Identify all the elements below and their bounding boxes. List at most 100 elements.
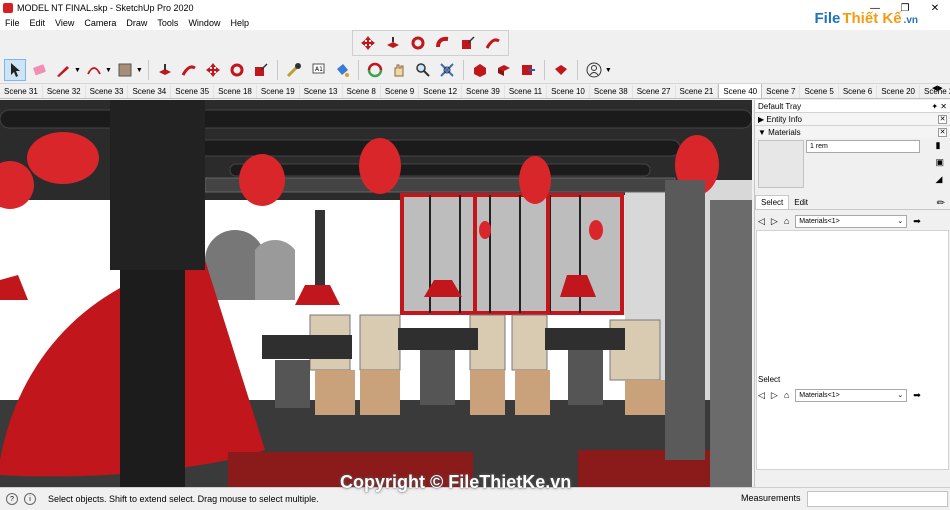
tab-scene-40[interactable]: Scene 40 (718, 84, 763, 98)
follow-me-icon[interactable] (432, 32, 454, 54)
scene-scroll-arrows[interactable]: ◀ ▶ (932, 84, 950, 98)
default-tray: Default Tray ✦ ✕ ▶ Entity Info ✕ ▼ Mater… (754, 100, 950, 487)
paint-bucket-icon[interactable] (331, 59, 353, 81)
display-secondary-icon[interactable]: ▮ (935, 140, 944, 151)
tab-scene-38[interactable]: Scene 38 (590, 85, 633, 98)
orbit-icon[interactable] (364, 59, 386, 81)
menu-tools[interactable]: Tools (152, 18, 183, 28)
entity-info-panel-header[interactable]: ▶ Entity Info ✕ (755, 112, 950, 125)
create-material-icon[interactable]: ▣ (935, 157, 944, 168)
tab-scene-27[interactable]: Scene 27 (633, 85, 676, 98)
tab-scene-32[interactable]: Scene 32 (43, 85, 86, 98)
tab-scene-35[interactable]: Scene 35 (171, 85, 215, 98)
pencil-icon[interactable] (52, 59, 74, 81)
offset-icon[interactable] (178, 59, 200, 81)
share-model-icon[interactable] (517, 59, 539, 81)
material-preview-swatch (758, 140, 804, 188)
back-arrow-icon[interactable]: ◁ (758, 390, 765, 401)
menu-window[interactable]: Window (183, 18, 225, 28)
tab-scene-18[interactable]: Scene 18 (214, 85, 257, 98)
main-toolbar: ▼ ▼ ▼ A1 ▼ (0, 57, 950, 84)
logo-file-text: File (814, 10, 841, 27)
push-pull-icon[interactable] (154, 59, 176, 81)
collection-select[interactable]: Materials<1> ⌄ (795, 214, 908, 228)
rotate-icon[interactable] (226, 59, 248, 81)
user-account-icon[interactable] (583, 59, 605, 81)
materials-label: Materials (768, 127, 801, 137)
menu-edit[interactable]: Edit (25, 18, 51, 28)
tab-scene-34[interactable]: Scene 34 (128, 85, 172, 98)
back-arrow-icon[interactable]: ◁ (758, 216, 765, 227)
chevron-down-icon[interactable]: ▼ (74, 67, 81, 74)
move-icon[interactable] (202, 59, 224, 81)
menu-file[interactable]: File (0, 18, 25, 28)
home-icon[interactable]: ⌂ (784, 390, 789, 400)
scale-red-icon[interactable] (457, 32, 479, 54)
rectangle-icon[interactable] (114, 59, 136, 81)
tab-scene-5[interactable]: Scene 5 (800, 85, 839, 98)
tab-edit[interactable]: Edit (789, 197, 813, 209)
menu-help[interactable]: Help (225, 18, 254, 28)
tab-scene-8[interactable]: Scene 8 (343, 85, 381, 98)
tab-scene-11[interactable]: Scene 11 (505, 85, 548, 98)
arc-icon[interactable] (83, 59, 105, 81)
secondary-collection-select[interactable]: Materials<1> ⌄ (795, 388, 908, 402)
scale-icon[interactable] (250, 59, 272, 81)
tab-scene-13[interactable]: Scene 13 (300, 85, 343, 98)
materials-list[interactable] (756, 230, 949, 470)
zoom-icon[interactable] (412, 59, 434, 81)
tab-scene-19[interactable]: Scene 19 (257, 85, 300, 98)
tab-scene-10[interactable]: Scene 10 (547, 85, 590, 98)
chevron-down-icon[interactable]: ▼ (105, 67, 112, 74)
materials-nav-row: ◁ ▷ ⌂ Materials<1> ⌄ ➡ (758, 213, 921, 229)
tab-scene-7[interactable]: Scene 7 (762, 85, 801, 98)
details-arrow-icon[interactable]: ➡ (913, 390, 921, 401)
tab-scene-39[interactable]: Scene 39 (462, 85, 505, 98)
tab-scene-12[interactable]: Scene 12 (419, 85, 463, 98)
material-name-field[interactable]: 1 rem (806, 140, 920, 153)
warehouse-icon[interactable] (469, 59, 491, 81)
title-bar: MODEL NT FINAL.skp - SketchUp Pro 2020 —… (0, 0, 950, 16)
home-icon[interactable]: ⌂ (784, 216, 789, 226)
forward-arrow-icon[interactable]: ▷ (771, 390, 778, 401)
tab-select[interactable]: Select (755, 195, 790, 209)
extension-warehouse-icon[interactable] (550, 59, 572, 81)
tab-scene-21[interactable]: Scene 21 (676, 85, 719, 98)
default-material-icon[interactable]: ◢ (935, 174, 944, 185)
tab-scene-6[interactable]: Scene 6 (839, 85, 878, 98)
tab-scene-20[interactable]: Scene 20 (877, 85, 921, 98)
pan-hand-icon[interactable] (388, 59, 410, 81)
geolocation-icon[interactable]: ? (6, 493, 18, 505)
sample-paint-icon[interactable]: ✏ (937, 198, 945, 209)
pin-icon[interactable]: ✦ ✕ (931, 102, 947, 111)
pushpull-red-icon[interactable] (382, 32, 404, 54)
materials-panel-header[interactable]: ▼ Materials ✕ (755, 125, 950, 138)
select-arrow-icon[interactable] (4, 59, 26, 81)
tab-scene-9[interactable]: Scene 9 (381, 85, 420, 98)
zoom-extents-icon[interactable] (436, 59, 458, 81)
tab-scene-31[interactable]: Scene 31 (0, 85, 43, 98)
menu-camera[interactable]: Camera (79, 18, 121, 28)
close-icon[interactable]: ✕ (920, 0, 950, 16)
offset-red-icon[interactable] (482, 32, 504, 54)
entity-info-label: Entity Info (766, 114, 802, 124)
text-tool-icon[interactable]: A1 (307, 59, 329, 81)
info-icon[interactable]: i (24, 493, 36, 505)
forward-arrow-icon[interactable]: ▷ (771, 216, 778, 227)
menu-draw[interactable]: Draw (121, 18, 152, 28)
tape-measure-icon[interactable] (283, 59, 305, 81)
details-arrow-icon[interactable]: ➡ (913, 216, 921, 227)
menu-view[interactable]: View (50, 18, 79, 28)
measurements-input[interactable] (807, 491, 948, 507)
close-icon[interactable]: ✕ (938, 114, 947, 124)
eraser-icon[interactable] (28, 59, 50, 81)
components-icon[interactable] (493, 59, 515, 81)
move-red-icon[interactable] (357, 32, 379, 54)
rotate-red-icon[interactable] (407, 32, 429, 54)
sketchup-app-icon (3, 3, 13, 13)
chevron-down-icon[interactable]: ▼ (136, 67, 143, 74)
close-icon[interactable]: ✕ (938, 127, 947, 137)
tab-scene-33[interactable]: Scene 33 (86, 85, 129, 98)
3d-viewport[interactable] (0, 100, 752, 487)
chevron-down-icon[interactable]: ▼ (605, 67, 612, 74)
